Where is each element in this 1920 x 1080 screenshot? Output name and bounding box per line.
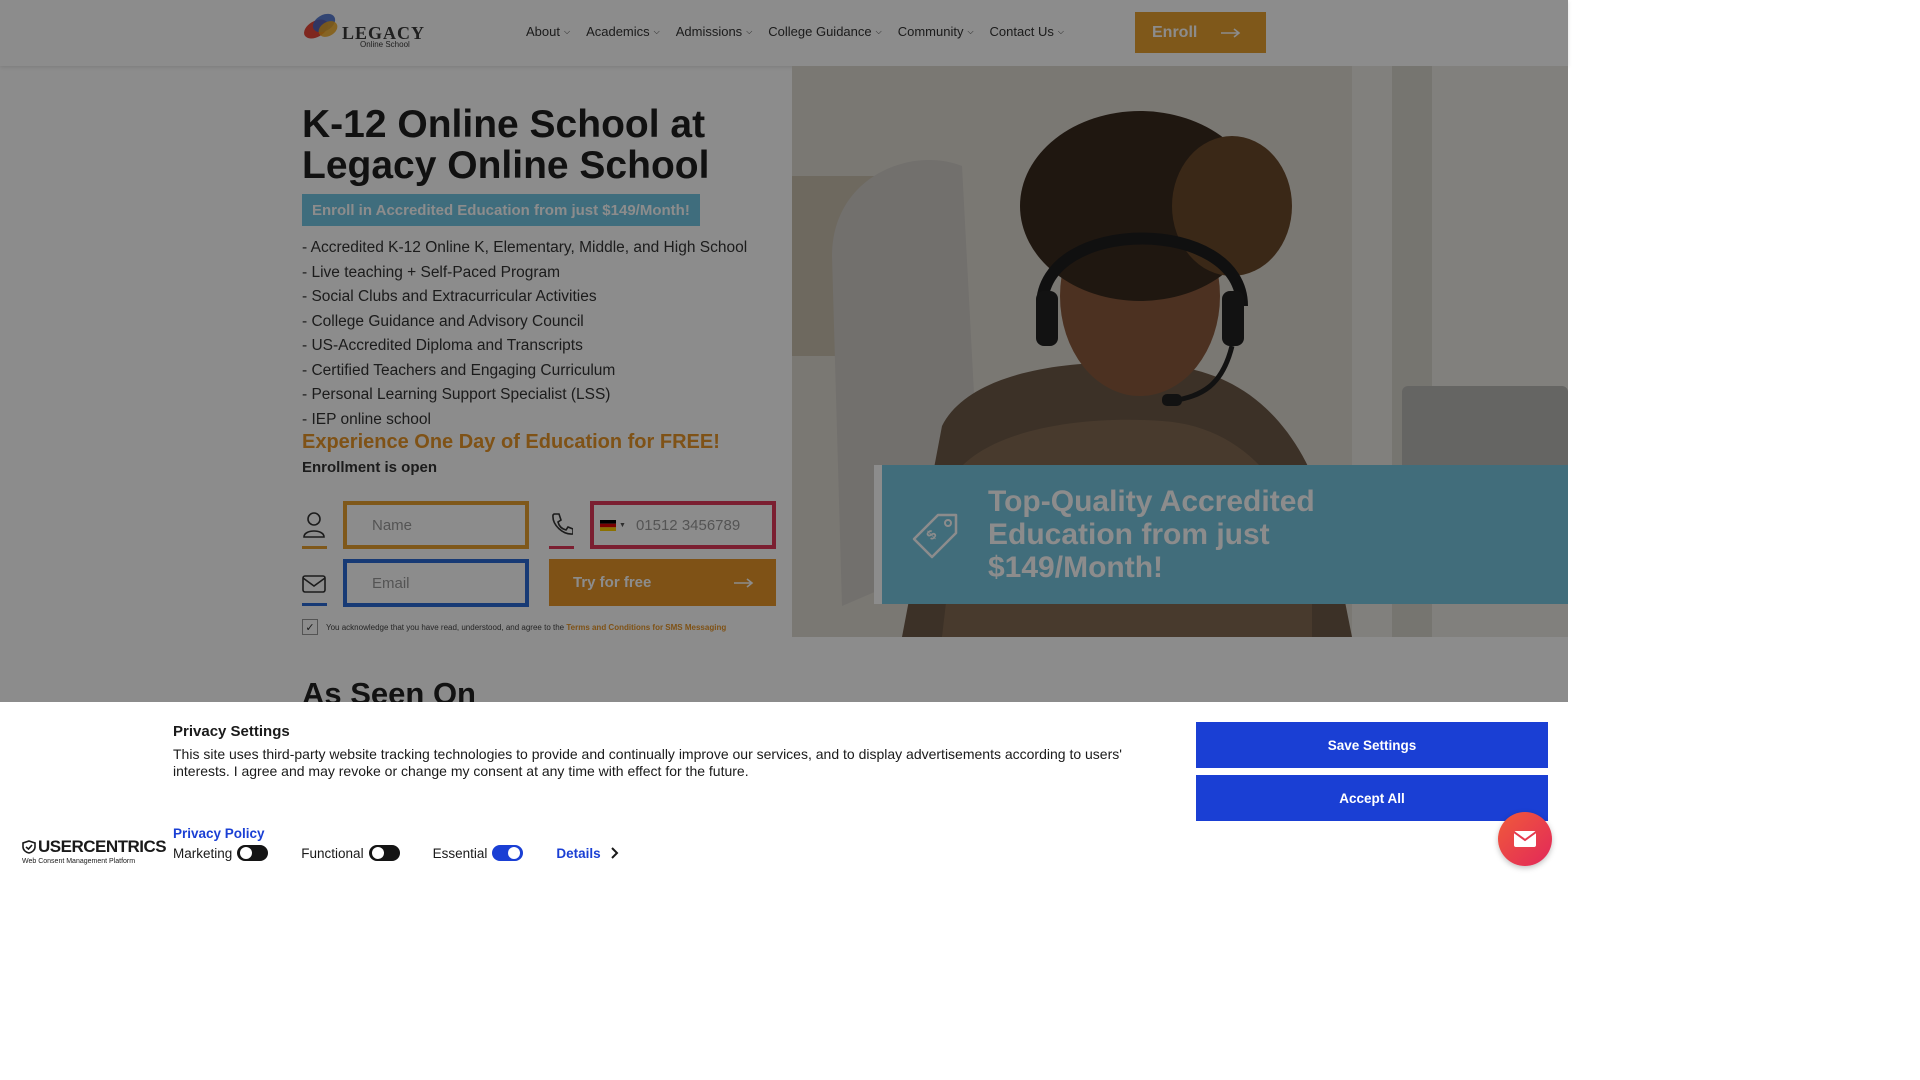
privacy-consent-banner: Privacy Settings This site uses third-pa… bbox=[0, 702, 1568, 882]
email-underline bbox=[302, 603, 327, 606]
toggle-label: Essential bbox=[432, 845, 488, 861]
check-icon: ✓ bbox=[305, 621, 315, 634]
mail-icon bbox=[302, 575, 326, 593]
banner-title: Privacy Settings bbox=[173, 723, 290, 740]
name-placeholder: Name bbox=[372, 516, 413, 534]
consent-toggles: Marketing Functional Essential Details bbox=[173, 845, 619, 861]
nav-label: College Guidance bbox=[768, 24, 872, 39]
enrollment-status: Enrollment is open bbox=[302, 459, 438, 476]
consent-text: You acknowledge that you have read, unde… bbox=[326, 622, 565, 632]
nav-item-about[interactable]: About ⌵ bbox=[526, 24, 570, 39]
toggle-functional[interactable]: Functional bbox=[301, 845, 400, 861]
nav-item-admissions[interactable]: Admissions ⌵ bbox=[676, 24, 753, 39]
chevron-down-icon: ⌵ bbox=[875, 26, 882, 36]
promo-text: Top-Quality Accredited Education from ju… bbox=[988, 485, 1315, 584]
arrow-right-icon bbox=[1221, 27, 1241, 38]
name-underline bbox=[302, 546, 327, 549]
phone-underline bbox=[549, 546, 574, 549]
terms-link[interactable]: Terms and Conditions for SMS Messaging bbox=[566, 623, 726, 632]
chevron-down-icon: ⌵ bbox=[1057, 26, 1064, 36]
accept-all-button[interactable]: Accept All bbox=[1196, 775, 1548, 821]
save-settings-button[interactable]: Save Settings bbox=[1196, 722, 1548, 768]
site-header: LEGACY Online School About ⌵ Academics ⌵ A… bbox=[0, 0, 1568, 66]
details-link[interactable]: Details bbox=[556, 845, 619, 861]
chevron-down-icon: ⌵ bbox=[653, 26, 660, 36]
page-title: K-12 Online School at Legacy Online Scho… bbox=[302, 103, 710, 187]
phone-icon bbox=[552, 513, 573, 535]
germany-flag-icon bbox=[600, 519, 616, 531]
toggle-marketing[interactable]: Marketing bbox=[173, 845, 269, 861]
list-item: - College Guidance and Advisory Council bbox=[302, 312, 584, 330]
consent-checkbox[interactable]: ✓ bbox=[302, 619, 318, 635]
list-item: - IEP online school bbox=[302, 410, 431, 428]
arrow-right-icon bbox=[734, 577, 754, 588]
chevron-down-icon: ⌵ bbox=[563, 26, 571, 36]
name-input[interactable]: Name bbox=[343, 501, 529, 549]
shield-icon bbox=[22, 840, 36, 854]
nav-item-community[interactable]: Community ⌵ bbox=[898, 24, 974, 39]
nav-label: Contact Us bbox=[989, 24, 1054, 39]
list-item: - Social Clubs and Extracurricular Activ… bbox=[302, 288, 597, 305]
usercentrics-logo: USERCENTRICS Web Consent Management Plat… bbox=[22, 837, 167, 865]
nav-label: Admissions bbox=[675, 24, 743, 39]
try-label: Try for free bbox=[573, 574, 652, 591]
svg-text:$: $ bbox=[923, 526, 940, 543]
list-item: - US-Accredited Diploma and Transcripts bbox=[302, 337, 583, 354]
toggle-label: Marketing bbox=[173, 845, 233, 861]
contact-chat-button[interactable] bbox=[1498, 812, 1552, 866]
price-badge: Enroll in Accredited Education from just… bbox=[302, 194, 700, 226]
mail-icon bbox=[1514, 831, 1536, 847]
free-trial-heading: Experience One Day of Education for FREE… bbox=[302, 431, 720, 453]
nav-item-contact-us[interactable]: Contact Us ⌵ bbox=[990, 24, 1064, 39]
brand-name: USERCENTRICS bbox=[38, 837, 167, 856]
email-input[interactable]: Email bbox=[343, 559, 529, 607]
phone-input[interactable]: ▼ 01512 3456789 bbox=[590, 501, 776, 549]
marketing-switch[interactable] bbox=[237, 845, 269, 861]
country-selector[interactable]: ▼ bbox=[600, 519, 626, 531]
functional-switch[interactable] bbox=[368, 845, 400, 861]
legacy-logo[interactable]: LEGACY Online School bbox=[302, 9, 424, 51]
essential-switch[interactable] bbox=[492, 845, 524, 861]
list-item: - Personal Learning Support Specialist (… bbox=[302, 386, 611, 403]
banner-text: This site uses third-party website track… bbox=[173, 746, 1122, 779]
promo-banner: $ Top-Quality Accredited Education from … bbox=[874, 465, 1568, 604]
enroll-button[interactable]: Enroll bbox=[1135, 12, 1266, 53]
main-nav: About ⌵ Academics ⌵ Admissions ⌵ College Gu… bbox=[526, 24, 1064, 39]
details-label: Details bbox=[556, 845, 601, 861]
caret-down-icon: ▼ bbox=[619, 521, 626, 529]
toggle-label: Functional bbox=[301, 845, 364, 861]
sms-consent: ✓ You acknowledge that you have read, un… bbox=[302, 619, 726, 635]
user-icon bbox=[303, 512, 325, 538]
nav-item-college-guidance[interactable]: College Guidance ⌵ bbox=[768, 24, 881, 39]
list-item: - Accredited K-12 Online K, Elementary, … bbox=[302, 239, 748, 256]
list-item: - Certified Teachers and Engaging Curric… bbox=[302, 361, 616, 379]
toggle-essential[interactable]: Essential bbox=[433, 845, 524, 861]
nav-label: Community bbox=[897, 24, 964, 39]
enroll-label: Enroll bbox=[1152, 23, 1198, 41]
logo-mark-icon bbox=[304, 13, 338, 39]
nav-item-academics[interactable]: Academics ⌵ bbox=[586, 24, 660, 39]
privacy-policy-link[interactable]: Privacy Policy bbox=[173, 826, 265, 841]
feature-list: - Accredited K-12 Online K, Elementary, … bbox=[302, 236, 747, 432]
nav-label: Academics bbox=[586, 24, 650, 39]
try-for-free-button[interactable]: Try for free bbox=[549, 559, 776, 606]
brand-subtitle: Web Consent Management Platform bbox=[22, 858, 136, 865]
chevron-right-icon bbox=[610, 847, 619, 859]
email-placeholder: Email bbox=[372, 574, 410, 592]
phone-placeholder: 01512 3456789 bbox=[635, 516, 741, 534]
chevron-down-icon: ⌵ bbox=[746, 26, 753, 36]
price-tag-icon: $ bbox=[912, 513, 958, 559]
nav-label: About bbox=[526, 24, 560, 39]
list-item: - Live teaching + Self-Paced Program bbox=[302, 263, 561, 281]
logo-subtext: Online School bbox=[360, 40, 410, 49]
chevron-down-icon: ⌵ bbox=[967, 26, 974, 36]
